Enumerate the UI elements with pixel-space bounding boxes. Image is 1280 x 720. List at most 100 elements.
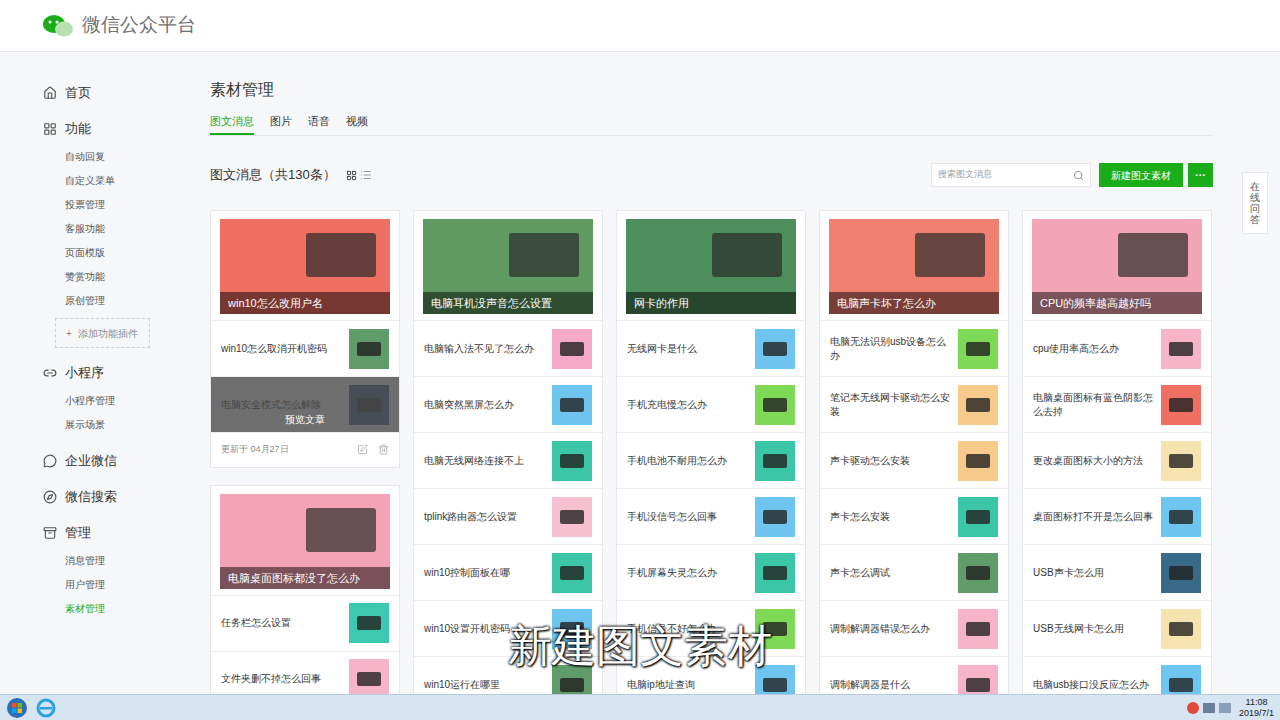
article-item[interactable]: 手机屏幕失灵怎么办 — [617, 544, 805, 600]
article-item[interactable]: 任务栏怎么设置 — [211, 595, 399, 651]
article-thumbnail — [552, 553, 592, 593]
article-title: 任务栏怎么设置 — [221, 616, 341, 630]
article-title: 笔记本无线网卡驱动怎么安装 — [830, 391, 950, 419]
search-icon[interactable] — [1073, 170, 1084, 181]
article-item[interactable]: cpu使用率高怎么办 — [1023, 320, 1211, 376]
article-item[interactable]: 电脑桌面图标有蓝色阴影怎么去掉 — [1023, 376, 1211, 432]
sidebar-section-title[interactable]: 首页 — [0, 82, 180, 104]
wechat-logo-icon[interactable] — [42, 13, 74, 39]
article-item[interactable]: 声卡怎么安装 — [820, 488, 1008, 544]
article-item[interactable]: tplink路由器怎么设置 — [414, 488, 602, 544]
article-item[interactable]: 电脑无线网络连接不上 — [414, 432, 602, 488]
create-button[interactable]: 新建图文素材 — [1099, 163, 1183, 187]
delete-icon[interactable] — [378, 444, 389, 455]
grid-view-icon[interactable] — [346, 170, 357, 181]
tab-bar: 图文消息图片语音视频 — [210, 113, 1213, 136]
sidebar-item[interactable]: 素材管理 — [0, 596, 180, 620]
sidebar-section-title[interactable]: 企业微信 — [0, 450, 180, 472]
article-cover[interactable]: 网卡的作用 — [626, 219, 796, 314]
article-thumbnail — [349, 603, 389, 643]
article-cover[interactable]: win10怎么改用户名 — [220, 219, 390, 314]
article-card[interactable]: win10怎么改用户名win10怎么取消开机密码电脑安全模式怎么解除预览文章更新… — [210, 210, 400, 468]
add-plugin-button[interactable]: +添加功能插件 — [55, 318, 150, 348]
sidebar-item[interactable]: 原创管理 — [0, 288, 180, 312]
sidebar-item[interactable]: 赞赏功能 — [0, 264, 180, 288]
sidebar-item[interactable]: 页面模版 — [0, 240, 180, 264]
article-item[interactable]: 手机充电慢怎么办 — [617, 376, 805, 432]
tab[interactable]: 语音 — [308, 113, 330, 135]
article-item[interactable]: 手机电池不耐用怎么办 — [617, 432, 805, 488]
article-item[interactable]: 电脑突然黑屏怎么办 — [414, 376, 602, 432]
sidebar-item[interactable]: 小程序管理 — [0, 388, 180, 412]
browser-icon[interactable] — [36, 698, 56, 718]
article-title: USB声卡怎么用 — [1033, 566, 1153, 580]
sidebar-item[interactable]: 展示场景 — [0, 412, 180, 436]
article-thumbnail — [552, 329, 592, 369]
online-help[interactable]: 在线问答 — [1242, 172, 1268, 234]
article-card[interactable]: 电脑声卡坏了怎么办电脑无法识别usb设备怎么办笔记本无线网卡驱动怎么安装声卡驱动… — [819, 210, 1009, 713]
article-card[interactable]: CPU的频率越高越好吗 cpu使用率高怎么办电脑桌面图标有蓝色阴影怎么去掉更改桌面… — [1022, 210, 1212, 713]
logo-text[interactable]: 微信公众平台 — [82, 11, 196, 40]
sidebar-item[interactable]: 客服功能 — [0, 216, 180, 240]
sidebar-section-title[interactable]: 小程序 — [0, 362, 180, 384]
tab[interactable]: 视频 — [346, 113, 368, 135]
article-card[interactable]: 电脑桌面图标都没了怎么办任务栏怎么设置文件夹删不掉怎么回事 — [210, 485, 400, 708]
video-subtitle: 新建图文素材 — [0, 618, 1280, 674]
article-item[interactable]: 桌面图标打不开是怎么回事 — [1023, 488, 1211, 544]
section-icon — [43, 454, 57, 468]
article-item[interactable]: 电脑安全模式怎么解除预览文章 — [211, 376, 399, 432]
list-view-icon[interactable] — [360, 169, 372, 181]
tab[interactable]: 图片 — [270, 113, 292, 135]
article-item[interactable]: 笔记本无线网卡驱动怎么安装 — [820, 376, 1008, 432]
edit-icon[interactable] — [357, 444, 368, 455]
article-item[interactable]: 更改桌面图标大小的方法 — [1023, 432, 1211, 488]
article-card[interactable]: 电脑耳机没声音怎么设置电脑输入法不见了怎么办电脑突然黑屏怎么办电脑无线网络连接不… — [413, 210, 603, 713]
preview-label[interactable]: 预览文章 — [285, 414, 325, 426]
article-title: 手机没信号怎么回事 — [627, 510, 747, 524]
article-title: 桌面图标打不开是怎么回事 — [1033, 510, 1153, 524]
article-cover[interactable]: CPU的频率越高越好吗 — [1032, 219, 1202, 314]
article-thumbnail — [552, 441, 592, 481]
article-cover[interactable]: 电脑耳机没声音怎么设置 — [423, 219, 593, 314]
cover-caption: 电脑桌面图标都没了怎么办 — [220, 567, 390, 589]
article-title: 手机电池不耐用怎么办 — [627, 454, 747, 468]
article-title: 调制解调器错误怎么办 — [830, 622, 950, 636]
tray-icons[interactable] — [1187, 702, 1231, 714]
article-item[interactable]: 声卡怎么调试 — [820, 544, 1008, 600]
clock[interactable]: 11:082019/7/1 — [1239, 697, 1274, 719]
hover-overlay[interactable]: 预览文章 — [211, 377, 399, 432]
article-title: 电脑无法识别usb设备怎么办 — [830, 335, 950, 363]
article-item[interactable]: 电脑输入法不见了怎么办 — [414, 320, 602, 376]
sidebar-section-title[interactable]: 功能 — [0, 118, 180, 140]
article-cover[interactable]: 电脑声卡坏了怎么办 — [829, 219, 999, 314]
more-button[interactable]: ··· — [1188, 163, 1213, 187]
article-item[interactable]: USB声卡怎么用 — [1023, 544, 1211, 600]
tab[interactable]: 图文消息 — [210, 113, 254, 135]
sidebar-section-title[interactable]: 管理 — [0, 522, 180, 544]
article-item[interactable]: 手机信号不好怎么办 — [617, 600, 805, 656]
article-card[interactable]: 网卡的作用无线网卡是什么手机充电慢怎么办手机电池不耐用怎么办手机没信号怎么回事手… — [616, 210, 806, 713]
sidebar-item[interactable]: 自动回复 — [0, 144, 180, 168]
start-button-icon[interactable] — [6, 697, 28, 719]
section-icon — [43, 122, 57, 136]
article-item[interactable]: 电脑无法识别usb设备怎么办 — [820, 320, 1008, 376]
article-item[interactable]: win10设置开机密码 — [414, 600, 602, 656]
article-item[interactable]: USB无线网卡怎么用 — [1023, 600, 1211, 656]
sidebar-item[interactable]: 自定义菜单 — [0, 168, 180, 192]
cover-caption: win10怎么改用户名 — [220, 292, 390, 314]
sidebar-item[interactable]: 消息管理 — [0, 548, 180, 572]
sidebar-section-title[interactable]: 微信搜索 — [0, 486, 180, 508]
article-cover[interactable]: 电脑桌面图标都没了怎么办 — [220, 494, 390, 589]
article-item[interactable]: win10怎么取消开机密码 — [211, 320, 399, 376]
section-icon — [43, 366, 57, 380]
sidebar-item[interactable]: 投票管理 — [0, 192, 180, 216]
article-item[interactable]: 调制解调器错误怎么办 — [820, 600, 1008, 656]
article-item[interactable]: 手机没信号怎么回事 — [617, 488, 805, 544]
article-item[interactable]: win10控制面板在哪 — [414, 544, 602, 600]
article-item[interactable]: 无线网卡是什么 — [617, 320, 805, 376]
search-field[interactable]: 搜索图文消息 — [931, 163, 1091, 187]
article-item[interactable]: 声卡驱动怎么安装 — [820, 432, 1008, 488]
sidebar-item[interactable]: 用户管理 — [0, 572, 180, 596]
section-icon — [43, 86, 57, 100]
card-column: win10怎么改用户名win10怎么取消开机密码电脑安全模式怎么解除预览文章更新… — [210, 210, 400, 708]
